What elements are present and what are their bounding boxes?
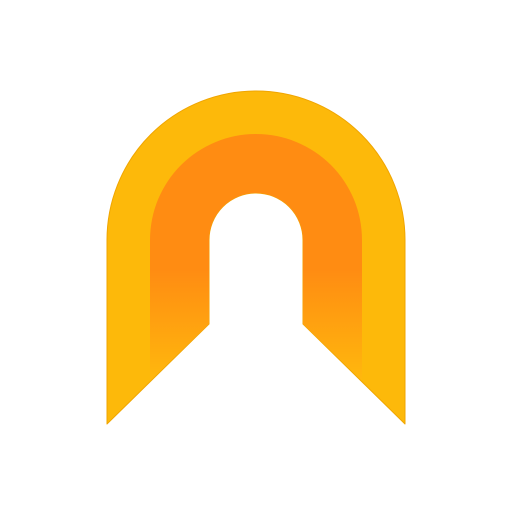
inner-arch-band — [150, 134, 362, 381]
app-icon-canvas — [0, 0, 512, 512]
tunnel-arch-icon — [106, 90, 406, 425]
